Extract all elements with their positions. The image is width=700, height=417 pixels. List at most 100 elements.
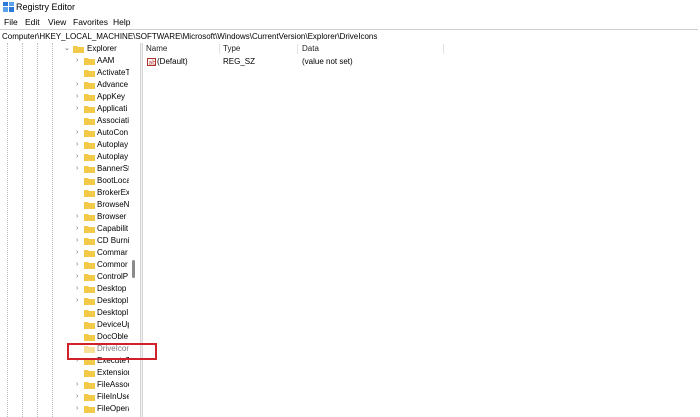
tree-item[interactable]: Extensior <box>0 367 131 379</box>
column-header-type[interactable]: Type <box>223 43 240 55</box>
value-type: REG_SZ <box>223 57 256 66</box>
value-row[interactable]: ab (Default) REG_SZ (value not set) <box>143 56 700 68</box>
chevron-right-icon[interactable]: › <box>76 381 82 389</box>
tree-item-label: ControlP <box>97 272 129 281</box>
menu-view[interactable]: View <box>47 16 67 28</box>
menu-edit[interactable]: Edit <box>24 16 41 28</box>
folder-icon <box>84 214 95 221</box>
tree-item[interactable]: › CD Burni <box>0 235 129 247</box>
chevron-right-icon[interactable]: › <box>76 273 82 281</box>
tree-item[interactable]: BootLoca <box>0 175 131 187</box>
tree-item[interactable]: › FileOpera <box>0 403 132 415</box>
folder-icon <box>84 394 95 401</box>
value-data: (value not set) <box>302 57 353 66</box>
chevron-right-icon[interactable]: › <box>76 105 82 113</box>
tree-item[interactable]: › Commar <box>0 247 128 259</box>
values-pane[interactable]: Name Type Data ab (Default) REG_SZ (valu… <box>143 43 700 417</box>
title-bar: Registry Editor <box>0 0 700 15</box>
tree-item[interactable]: › Desktopl <box>0 295 128 307</box>
tree-item[interactable]: › Browser <box>0 211 128 223</box>
folder-icon <box>84 118 95 125</box>
tree-item[interactable]: › AAM <box>0 55 128 67</box>
tree-item[interactable]: › ControlP <box>0 271 128 283</box>
tree-item[interactable]: › Capabilit <box>0 223 128 235</box>
tree-item-label: AutoCon <box>97 128 129 137</box>
tree-item[interactable]: ActivateT <box>0 67 131 79</box>
tree-item[interactable]: › Applicati <box>0 103 128 115</box>
menu-favorites[interactable]: Favorites <box>72 16 109 28</box>
chevron-right-icon[interactable]: › <box>76 393 82 401</box>
tree-item[interactable]: › BannerSt <box>0 163 130 175</box>
menu-help[interactable]: Help <box>112 16 131 28</box>
tree-item[interactable]: › AutoCon <box>0 127 128 139</box>
chevron-down-icon[interactable]: ⌄ <box>64 45 70 53</box>
tree-item[interactable]: › Advance <box>0 79 128 91</box>
chevron-right-icon[interactable]: › <box>76 165 82 173</box>
tree-item[interactable]: BrowseN <box>0 199 129 211</box>
tree-item[interactable]: DocOble <box>0 331 128 343</box>
chevron-right-icon[interactable]: › <box>76 405 82 413</box>
tree-item[interactable]: Associati <box>0 115 130 127</box>
tree-item-label: Associati <box>97 116 130 125</box>
scrollbar-thumb[interactable] <box>132 260 135 278</box>
tree-item[interactable]: › Autoplay <box>0 139 128 151</box>
tree-scrollbar[interactable] <box>129 43 139 417</box>
tree-item-label: AAM <box>97 56 115 65</box>
tree-item-label: FileInUse <box>97 392 131 401</box>
tree-item[interactable]: › Autoplay <box>0 151 128 163</box>
tree-item-explorer[interactable]: ⌄ Explorer <box>0 43 128 55</box>
tree-item[interactable]: BrokerEx <box>0 187 130 199</box>
address-bar[interactable]: Computer\HKEY_LOCAL_MACHINE\SOFTWARE\Mic… <box>0 29 698 44</box>
chevron-right-icon[interactable]: › <box>76 261 82 269</box>
tree-item[interactable]: › Desktop <box>0 283 128 295</box>
folder-icon <box>84 202 95 209</box>
tree-item[interactable]: Desktopl <box>0 307 128 319</box>
tree-item[interactable]: › AppKey <box>0 91 128 103</box>
folder-icon <box>84 166 95 173</box>
chevron-right-icon[interactable]: › <box>76 129 82 137</box>
folder-icon <box>84 70 95 77</box>
tree-item-label: Explorer <box>87 44 117 53</box>
folder-icon <box>84 334 95 341</box>
chevron-right-icon[interactable]: › <box>76 153 82 161</box>
chevron-right-icon[interactable]: › <box>76 81 82 89</box>
chevron-right-icon[interactable]: › <box>76 285 82 293</box>
folder-icon <box>84 130 95 137</box>
tree-item-label: ActivateT <box>97 68 131 77</box>
tree-item-label: Browser <box>97 212 127 221</box>
folder-open-icon <box>73 46 84 53</box>
folder-icon <box>84 82 95 89</box>
menu-file[interactable]: File <box>3 16 19 28</box>
chevron-right-icon[interactable]: › <box>76 57 82 65</box>
column-header-name[interactable]: Name <box>146 43 167 55</box>
chevron-right-icon[interactable]: › <box>76 93 82 101</box>
folder-icon <box>84 370 95 377</box>
tree-item[interactable]: › FileAssoc <box>0 379 132 391</box>
tree-item-label: DocOble <box>97 332 129 341</box>
folder-icon <box>84 94 95 101</box>
column-separator[interactable] <box>219 44 220 54</box>
folder-icon <box>84 286 95 293</box>
folder-icon <box>84 250 95 257</box>
tree-item-label: Extensior <box>97 368 131 377</box>
string-value-icon: ab <box>147 58 156 66</box>
tree-item-label: FileAssoc <box>97 380 132 389</box>
chevron-right-icon[interactable]: › <box>76 225 82 233</box>
column-header-data[interactable]: Data <box>302 43 319 55</box>
chevron-right-icon[interactable]: › <box>76 141 82 149</box>
column-separator[interactable] <box>297 44 298 54</box>
column-separator[interactable] <box>443 44 444 54</box>
folder-icon <box>84 262 95 269</box>
folder-icon <box>84 382 95 389</box>
folder-icon <box>84 298 95 305</box>
tree-item[interactable]: › Commor <box>0 259 128 271</box>
tree-item-label: DeviceUp <box>97 320 132 329</box>
tree-pane[interactable]: ⌄ Explorer › AAM ActivateT › Advance › AppKey ›… <box>0 43 140 417</box>
chevron-right-icon[interactable]: › <box>76 249 82 257</box>
chevron-right-icon[interactable]: › <box>76 237 82 245</box>
tree-item[interactable]: DeviceUp <box>0 319 132 331</box>
tree-item[interactable]: › FileInUse <box>0 391 131 403</box>
tree-item-label: Advance <box>97 80 129 89</box>
chevron-right-icon[interactable]: › <box>76 297 82 305</box>
chevron-right-icon[interactable]: › <box>76 213 82 221</box>
